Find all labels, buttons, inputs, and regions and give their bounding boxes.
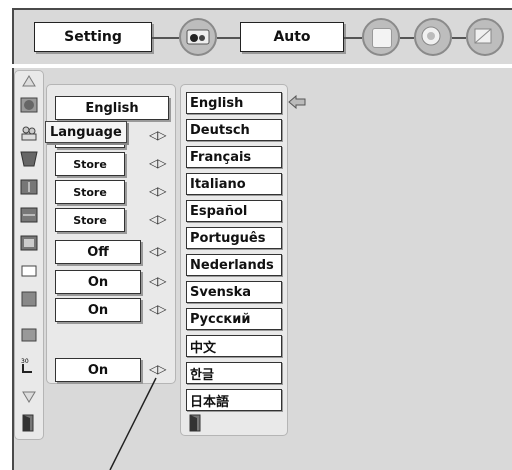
callout-line xyxy=(109,377,157,470)
